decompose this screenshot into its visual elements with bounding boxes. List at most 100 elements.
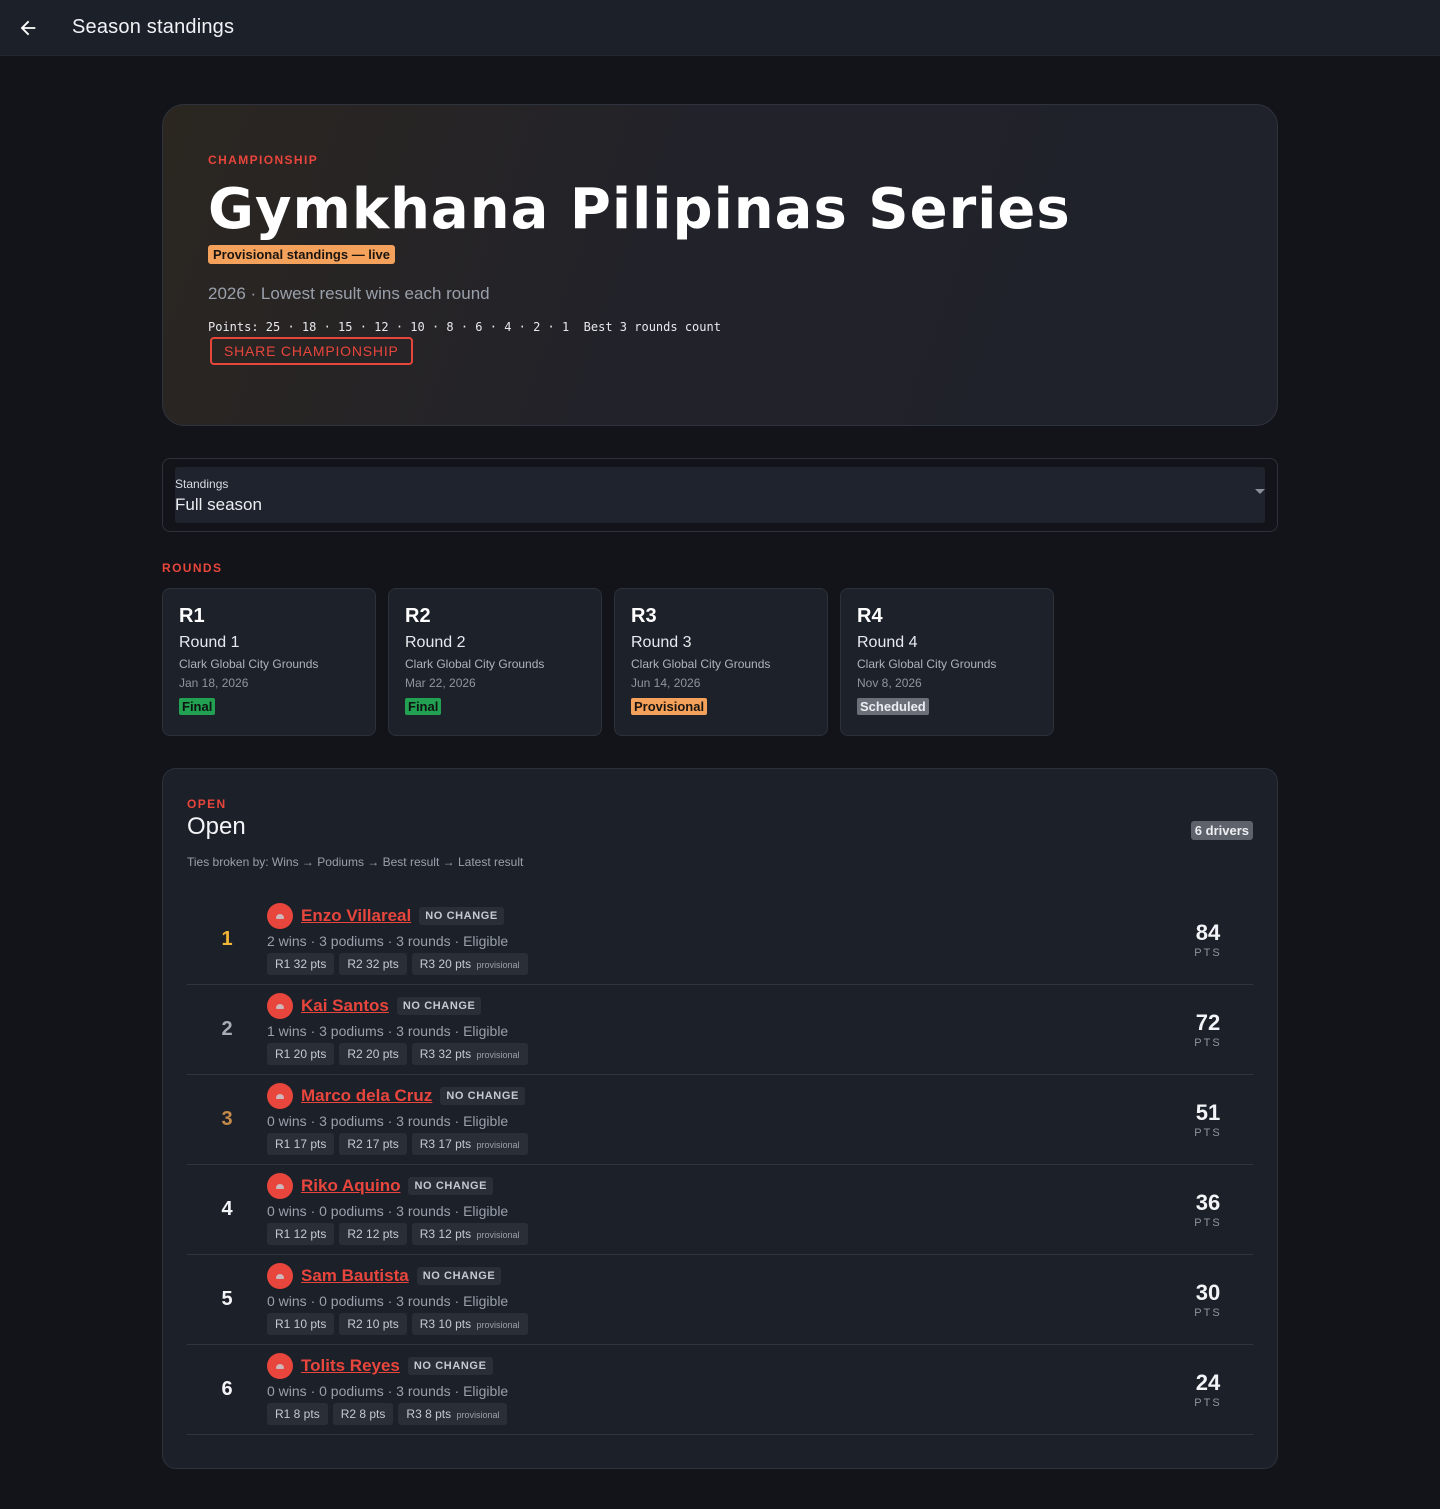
avatar — [267, 1083, 293, 1109]
round-date: Mar 22, 2026 — [405, 676, 476, 690]
table-row[interactable]: 5 Sam Bautista NO CHANGE 0 wins · 0 podi… — [187, 1255, 1253, 1345]
share-championship-button[interactable]: SHARE CHAMPIONSHIP — [210, 337, 413, 365]
driver-stats: 0 wins · 0 podiums · 3 rounds · Eligible — [267, 1293, 509, 1309]
table-row[interactable]: 6 Tolits Reyes NO CHANGE 0 wins · 0 podi… — [187, 1345, 1253, 1435]
championship-subtitle: 2026 · Lowest result wins each round — [208, 284, 490, 303]
points-unit: PTS — [1194, 946, 1222, 959]
total-points: 84 — [1195, 919, 1221, 945]
table-row[interactable]: 1 Enzo Villareal NO CHANGE 2 wins · 3 po… — [187, 895, 1253, 985]
round-points-pill: R3 12 pts provisional — [411, 1223, 528, 1245]
standings-select-label: Standings — [175, 477, 229, 491]
arrow-left-icon — [20, 20, 36, 35]
round-venue: Clark Global City Grounds — [405, 657, 545, 671]
round-points-pill: R3 20 pts provisional — [411, 953, 528, 975]
page-title: Season standings — [72, 16, 235, 38]
standings-select-value: Full season — [175, 495, 262, 514]
provisional-tag: provisional — [456, 1410, 500, 1420]
avatar — [267, 903, 293, 929]
position-change-badge: NO CHANGE — [416, 1267, 502, 1285]
position: 6 — [221, 1378, 233, 1400]
total-points: 30 — [1195, 1279, 1221, 1305]
round-points-pill: R3 32 pts provisional — [411, 1043, 528, 1065]
round-name: Round 2 — [405, 634, 466, 651]
round-card[interactable]: R4 Round 4 Clark Global City Grounds Nov… — [840, 588, 1054, 736]
position-change-badge: NO CHANGE — [396, 997, 482, 1015]
round-points-pill: R3 8 pts provisional — [398, 1403, 508, 1425]
round-points-pill: R1 10 pts — [267, 1313, 335, 1335]
points-unit: PTS — [1194, 1216, 1222, 1229]
driver-name-link[interactable]: Tolits Reyes — [301, 1356, 400, 1376]
round-points-pill: R1 17 pts — [267, 1133, 335, 1155]
round-status-badge: Final — [405, 698, 442, 715]
round-venue: Clark Global City Grounds — [631, 657, 771, 671]
rounds-list: R1 Round 1 Clark Global City Grounds Jan… — [162, 588, 1278, 736]
championship-hero: CHAMPIONSHIP Gymkhana Pilipinas Series P… — [162, 104, 1278, 426]
round-venue: Clark Global City Grounds — [857, 657, 997, 671]
total-points: 24 — [1195, 1369, 1221, 1395]
round-card[interactable]: R3 Round 3 Clark Global City Grounds Jun… — [614, 588, 828, 736]
app-bar: Season standings — [0, 0, 1440, 56]
round-points-value: R3 12 pts — [419, 1227, 472, 1241]
standings-list: 1 Enzo Villareal NO CHANGE 2 wins · 3 po… — [187, 895, 1253, 1435]
round-points-value: R3 32 pts — [419, 1047, 472, 1061]
position: 5 — [221, 1288, 233, 1310]
driver-stats: 1 wins · 3 podiums · 3 rounds · Eligible — [267, 1023, 509, 1039]
points-system: Points: 25 · 18 · 15 · 12 · 10 · 8 · 6 ·… — [208, 320, 721, 334]
round-points-value: R3 17 pts — [419, 1137, 472, 1151]
round-code: R1 — [179, 605, 205, 627]
driver-stats: 2 wins · 3 podiums · 3 rounds · Eligible — [267, 933, 509, 949]
position: 2 — [221, 1018, 233, 1040]
position-change-badge: NO CHANGE — [440, 1087, 525, 1105]
dropdown-caret-icon — [1255, 489, 1265, 494]
helmet-icon — [276, 1183, 284, 1189]
table-row[interactable]: 3 Marco dela Cruz NO CHANGE 0 wins · 3 p… — [187, 1075, 1253, 1165]
round-points-pill: R2 12 pts — [339, 1223, 407, 1245]
tiebreak-rules: Ties broken by: Wins → Podiums → Best re… — [187, 855, 524, 869]
points-unit: PTS — [1194, 1036, 1222, 1049]
round-points-pill: R3 10 pts provisional — [411, 1313, 528, 1335]
standings-select[interactable]: Standings Full season — [175, 467, 1265, 523]
driver-name-link[interactable]: Riko Aquino — [301, 1176, 400, 1196]
round-name: Round 1 — [179, 634, 240, 651]
round-code: R3 — [631, 605, 657, 627]
round-points-pill: R1 20 pts — [267, 1043, 335, 1065]
driver-stats: 0 wins · 0 podiums · 3 rounds · Eligible — [267, 1203, 509, 1219]
total-points: 36 — [1195, 1189, 1221, 1215]
round-card[interactable]: R1 Round 1 Clark Global City Grounds Jan… — [162, 588, 376, 736]
driver-stats: 0 wins · 3 podiums · 3 rounds · Eligible — [267, 1113, 509, 1129]
round-points-pill: R2 8 pts — [332, 1403, 394, 1425]
total-points: 72 — [1195, 1009, 1221, 1035]
round-card[interactable]: R2 Round 2 Clark Global City Grounds Mar… — [388, 588, 602, 736]
driver-name-link[interactable]: Marco dela Cruz — [301, 1086, 432, 1106]
position-change-badge: NO CHANGE — [407, 1357, 493, 1375]
class-title: Open — [187, 813, 246, 840]
table-row[interactable]: 4 Riko Aquino NO CHANGE 0 wins · 0 podiu… — [187, 1165, 1253, 1255]
avatar — [267, 993, 293, 1019]
round-points-pill: R2 10 pts — [339, 1313, 407, 1335]
round-points-value: R3 20 pts — [419, 957, 472, 971]
table-row[interactable]: 2 Kai Santos NO CHANGE 1 wins · 3 podium… — [187, 985, 1253, 1075]
points-unit: PTS — [1194, 1396, 1222, 1409]
position: 4 — [221, 1198, 233, 1220]
driver-stats: 0 wins · 0 podiums · 3 rounds · Eligible — [267, 1383, 509, 1399]
driver-name-link[interactable]: Sam Bautista — [301, 1266, 409, 1286]
avatar — [267, 1263, 293, 1289]
helmet-icon — [276, 913, 284, 919]
provisional-tag: provisional — [476, 1320, 520, 1330]
round-date: Jun 14, 2026 — [631, 676, 701, 690]
standings-status-badge: Provisional standings — live — [208, 245, 395, 264]
standings-filter: Standings Full season — [162, 458, 1278, 532]
driver-name-link[interactable]: Enzo Villareal — [301, 906, 411, 926]
round-points-pill: R1 32 pts — [267, 953, 335, 975]
rounds-heading: ROUNDS — [162, 561, 223, 575]
provisional-tag: provisional — [476, 1230, 520, 1240]
points-unit: PTS — [1194, 1306, 1222, 1319]
hero-eyebrow: CHAMPIONSHIP — [208, 153, 319, 167]
back-button[interactable] — [0, 0, 56, 56]
helmet-icon — [276, 1093, 284, 1099]
provisional-tag: provisional — [476, 1140, 520, 1150]
class-eyebrow: OPEN — [187, 797, 227, 811]
driver-name-link[interactable]: Kai Santos — [301, 996, 389, 1016]
helmet-icon — [276, 1003, 284, 1009]
helmet-icon — [276, 1273, 284, 1279]
